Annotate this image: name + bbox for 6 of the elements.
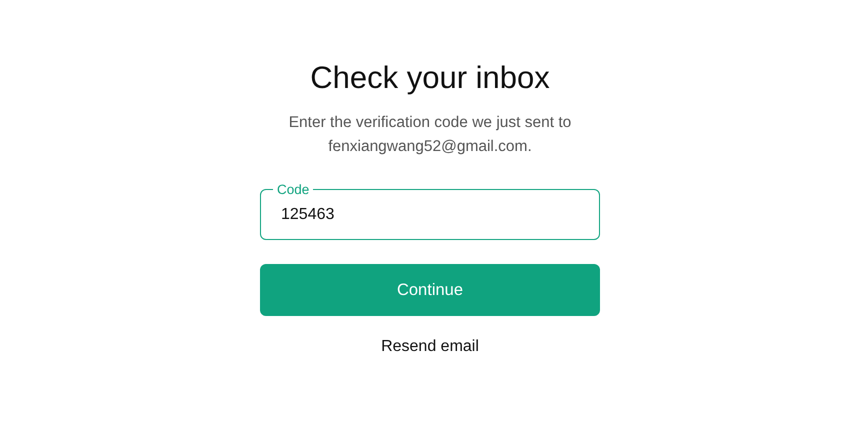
field-label: Code — [276, 182, 310, 197]
code-field[interactable]: Code 125463 — [260, 182, 600, 240]
resend-email-link[interactable]: Resend email — [381, 338, 479, 356]
page-title: Check your inbox — [310, 59, 550, 97]
instruction-text: Enter the verification code we just sent to fenxiangwang52@gmail.com. — [288, 113, 572, 157]
code-input[interactable]: 125463 — [281, 197, 583, 224]
